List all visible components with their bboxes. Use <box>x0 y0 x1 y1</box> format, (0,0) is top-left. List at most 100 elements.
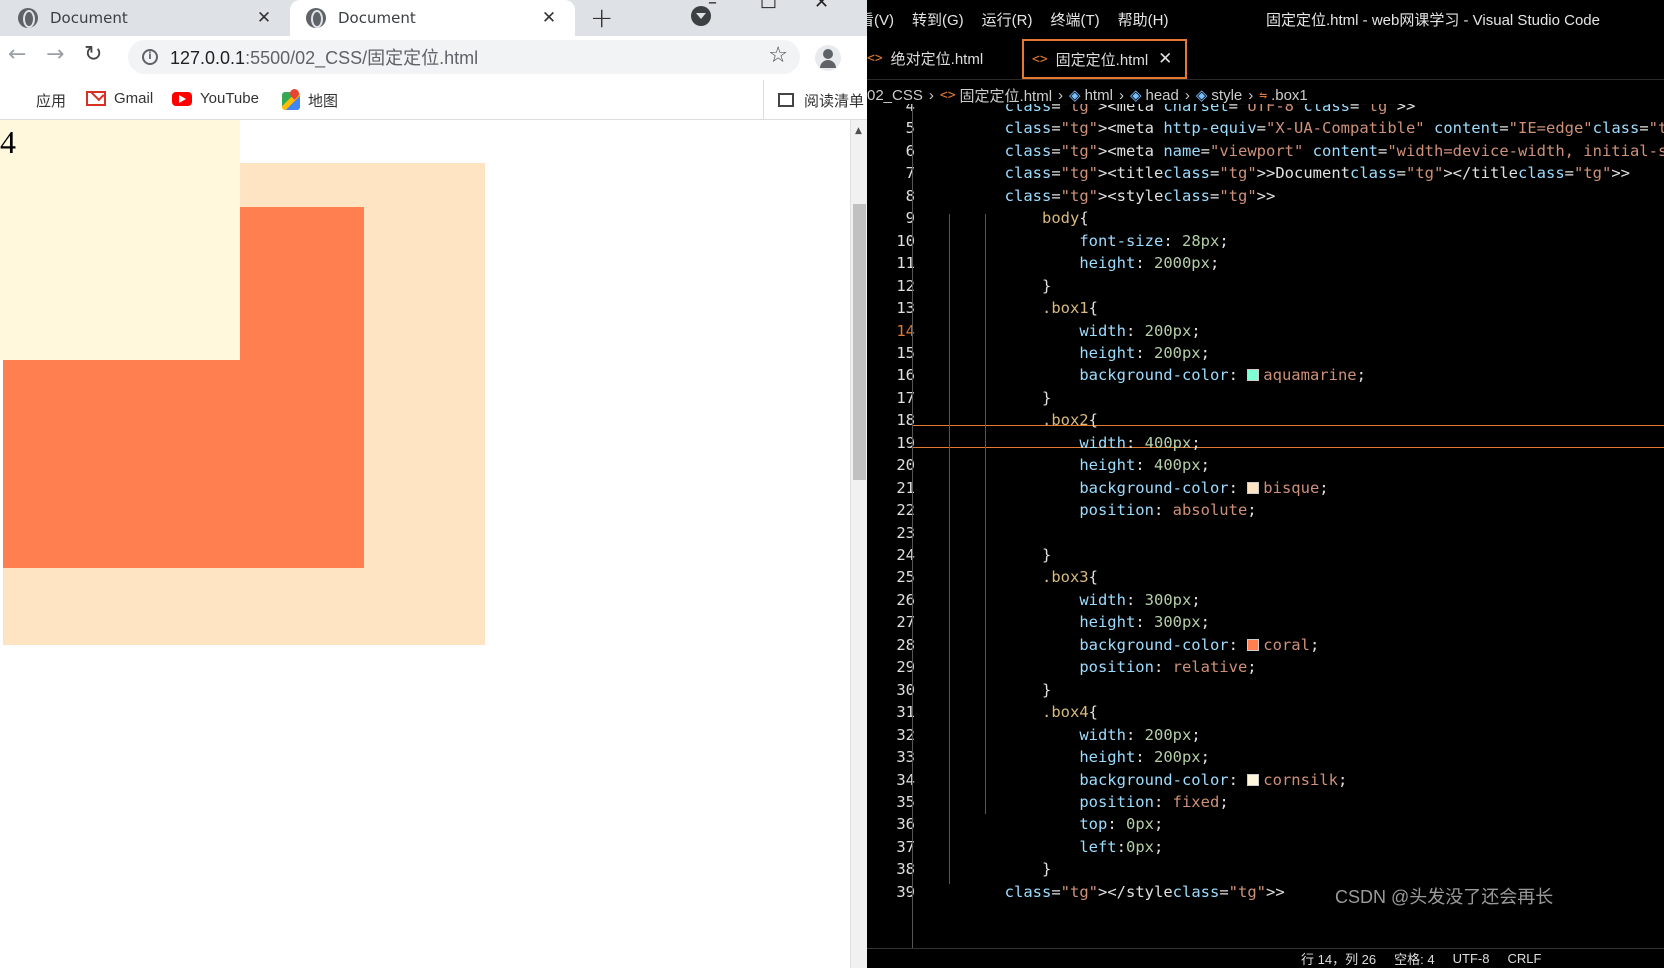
maximize-icon[interactable]: □ <box>760 0 777 11</box>
status-cursor-position[interactable]: 行 14，列 26 <box>1301 949 1376 968</box>
watermark: CSDN @头发没了还会再长 <box>1335 887 1554 907</box>
code-line[interactable]: 29 position: relative; <box>867 658 1664 680</box>
editor-tab[interactable]: <> 绝对定位.html <box>867 36 1011 80</box>
color-swatch-icon[interactable] <box>1247 481 1260 494</box>
url-text[interactable]: 127.0.0.1:5500/02_CSS/固定定位.html <box>170 44 478 70</box>
code-line[interactable]: 38 } <box>867 860 1664 882</box>
code-line[interactable]: 7 class="tg"><titleclass="tg">>Documentc… <box>867 164 1664 186</box>
code-line[interactable]: 20 height: 400px; <box>867 456 1664 478</box>
code-text: background-color: aquamarine; <box>1079 366 1366 385</box>
close-tab-icon[interactable]: ✕ <box>1158 49 1172 69</box>
code-text: background-color: coral; <box>1079 635 1320 654</box>
code-line[interactable]: 12 } <box>867 277 1664 299</box>
profile-avatar-icon[interactable] <box>815 45 841 71</box>
code-line[interactable]: 17 } <box>867 389 1664 411</box>
code-line[interactable]: 14 width: 200px; <box>867 322 1664 344</box>
code-line[interactable]: 6 class="tg"><meta name="viewport" conte… <box>867 142 1664 164</box>
code-line[interactable]: 5 class="tg"><meta http-equiv="X-UA-Comp… <box>867 119 1664 141</box>
code-line[interactable]: 22 position: absolute; <box>867 501 1664 523</box>
site-info-icon[interactable]: i <box>142 49 158 65</box>
code-line[interactable]: 15 height: 200px; <box>867 344 1664 366</box>
code-line[interactable]: 35 position: fixed; <box>867 793 1664 815</box>
bookmark-star-icon[interactable]: ☆ <box>768 43 788 68</box>
color-swatch-icon[interactable] <box>1247 369 1260 382</box>
code-line[interactable]: 31 .box4{ <box>867 703 1664 725</box>
line-number: 22 <box>896 501 915 520</box>
code-text: top: 0px; <box>1079 815 1164 834</box>
status-eol[interactable]: CRLF <box>1507 951 1541 966</box>
line-number: 12 <box>896 276 915 295</box>
breadcrumb-html[interactable]: html <box>1085 87 1113 104</box>
minimize-icon[interactable]: – <box>708 0 717 13</box>
bookmark-gmail[interactable]: Gmail <box>86 90 153 107</box>
code-line[interactable]: 4 class="tg"><meta charset="UTF-8"class=… <box>867 104 1664 119</box>
code-line[interactable]: 25 .box3{ <box>867 568 1664 590</box>
back-arrow-icon[interactable]: ← <box>8 42 26 67</box>
code-line[interactable]: 30 } <box>867 681 1664 703</box>
menu-terminal[interactable]: 终端(T) <box>1051 9 1100 30</box>
close-tab-icon[interactable]: ✕ <box>252 8 276 28</box>
breadcrumb-head[interactable]: head <box>1145 87 1178 104</box>
code-editor[interactable]: 4 class="tg"><meta charset="UTF-8"class=… <box>867 104 1664 956</box>
code-text: left:0px; <box>1079 837 1164 856</box>
code-line[interactable]: 11 height: 2000px; <box>867 254 1664 276</box>
code-line[interactable]: 19 width: 400px; <box>867 434 1664 456</box>
new-tab-button[interactable]: + <box>590 1 613 34</box>
bookmark-apps[interactable]: 应用 <box>12 90 66 111</box>
breadcrumb-folder[interactable]: 02_CSS <box>867 87 923 104</box>
forward-arrow-icon[interactable]: → <box>46 42 64 67</box>
breadcrumb-selector[interactable]: .box1 <box>1271 87 1308 104</box>
code-line[interactable]: 32 width: 200px; <box>867 726 1664 748</box>
bookmark-maps[interactable]: 地图 <box>282 90 338 111</box>
line-number: 19 <box>896 433 915 452</box>
editor-tab-active[interactable]: <> 固定定位.html ✕ <box>1022 39 1187 79</box>
menu-help[interactable]: 帮助(H) <box>1118 9 1169 30</box>
code-line[interactable]: 27 height: 300px; <box>867 613 1664 635</box>
code-line[interactable]: 10 font-size: 28px; <box>867 232 1664 254</box>
html-file-icon: <> <box>939 87 956 103</box>
page-scrollbar[interactable]: ▲ <box>850 120 867 968</box>
line-number: 4 <box>905 104 915 115</box>
code-line[interactable]: 21 background-color: bisque; <box>867 479 1664 501</box>
code-line[interactable]: 36 top: 0px; <box>867 815 1664 837</box>
code-line[interactable]: 28 background-color: coral; <box>867 636 1664 658</box>
code-line[interactable]: 34 background-color: cornsilk; <box>867 771 1664 793</box>
chevron-right-icon: › <box>1248 86 1254 104</box>
code-text: width: 200px; <box>1079 725 1201 744</box>
close-tab-icon[interactable]: ✕ <box>537 8 561 28</box>
close-window-icon[interactable]: ✕ <box>814 0 829 13</box>
code-line[interactable]: 33 height: 200px; <box>867 748 1664 770</box>
code-line[interactable]: 16 background-color: aquamarine; <box>867 366 1664 388</box>
reading-list-button[interactable]: 阅读清单 <box>763 80 864 120</box>
status-indentation[interactable]: 空格: 4 <box>1394 949 1434 968</box>
browser-tab-active[interactable]: Document ✕ <box>290 0 575 36</box>
address-bar[interactable]: i 127.0.0.1:5500/02_CSS/固定定位.html ☆ <box>128 40 800 74</box>
code-line[interactable]: 8 class="tg"><styleclass="tg">> <box>867 187 1664 209</box>
color-swatch-icon[interactable] <box>1247 773 1260 786</box>
breadcrumb-file[interactable]: 固定定位.html <box>960 85 1053 106</box>
code-line[interactable]: 18 .box2{ <box>867 411 1664 433</box>
cube-icon: ◈ <box>1069 87 1081 104</box>
code-line[interactable]: 26 width: 300px; <box>867 591 1664 613</box>
code-text: class="tg"><styleclass="tg">> <box>1004 186 1276 205</box>
bookmark-youtube[interactable]: YouTube <box>172 90 259 107</box>
code-line[interactable]: 13 .box1{ <box>867 299 1664 321</box>
code-line[interactable]: 24 } <box>867 546 1664 568</box>
window-title: 固定定位.html - web网课学习 - Visual Studio Code <box>1266 12 1600 29</box>
code-text: background-color: bisque; <box>1079 478 1329 497</box>
menu-run[interactable]: 运行(R) <box>982 9 1033 30</box>
breadcrumb-style[interactable]: style <box>1211 87 1242 104</box>
status-encoding[interactable]: UTF-8 <box>1453 951 1490 966</box>
line-number: 20 <box>896 456 915 475</box>
line-number: 11 <box>896 254 915 273</box>
reload-icon[interactable]: ↻ <box>84 42 102 67</box>
code-line[interactable]: 23 <box>867 524 1664 546</box>
menu-view[interactable]: 看(V) <box>867 9 894 30</box>
code-line[interactable]: 37 left:0px; <box>867 838 1664 860</box>
scroll-up-arrow-icon[interactable]: ▲ <box>855 126 862 136</box>
browser-tab[interactable]: Document ✕ <box>0 0 290 36</box>
code-line[interactable]: 9 body{ <box>867 209 1664 231</box>
color-swatch-icon[interactable] <box>1247 638 1260 651</box>
scrollbar-thumb[interactable] <box>853 204 866 480</box>
menu-go[interactable]: 转到(G) <box>912 9 964 30</box>
